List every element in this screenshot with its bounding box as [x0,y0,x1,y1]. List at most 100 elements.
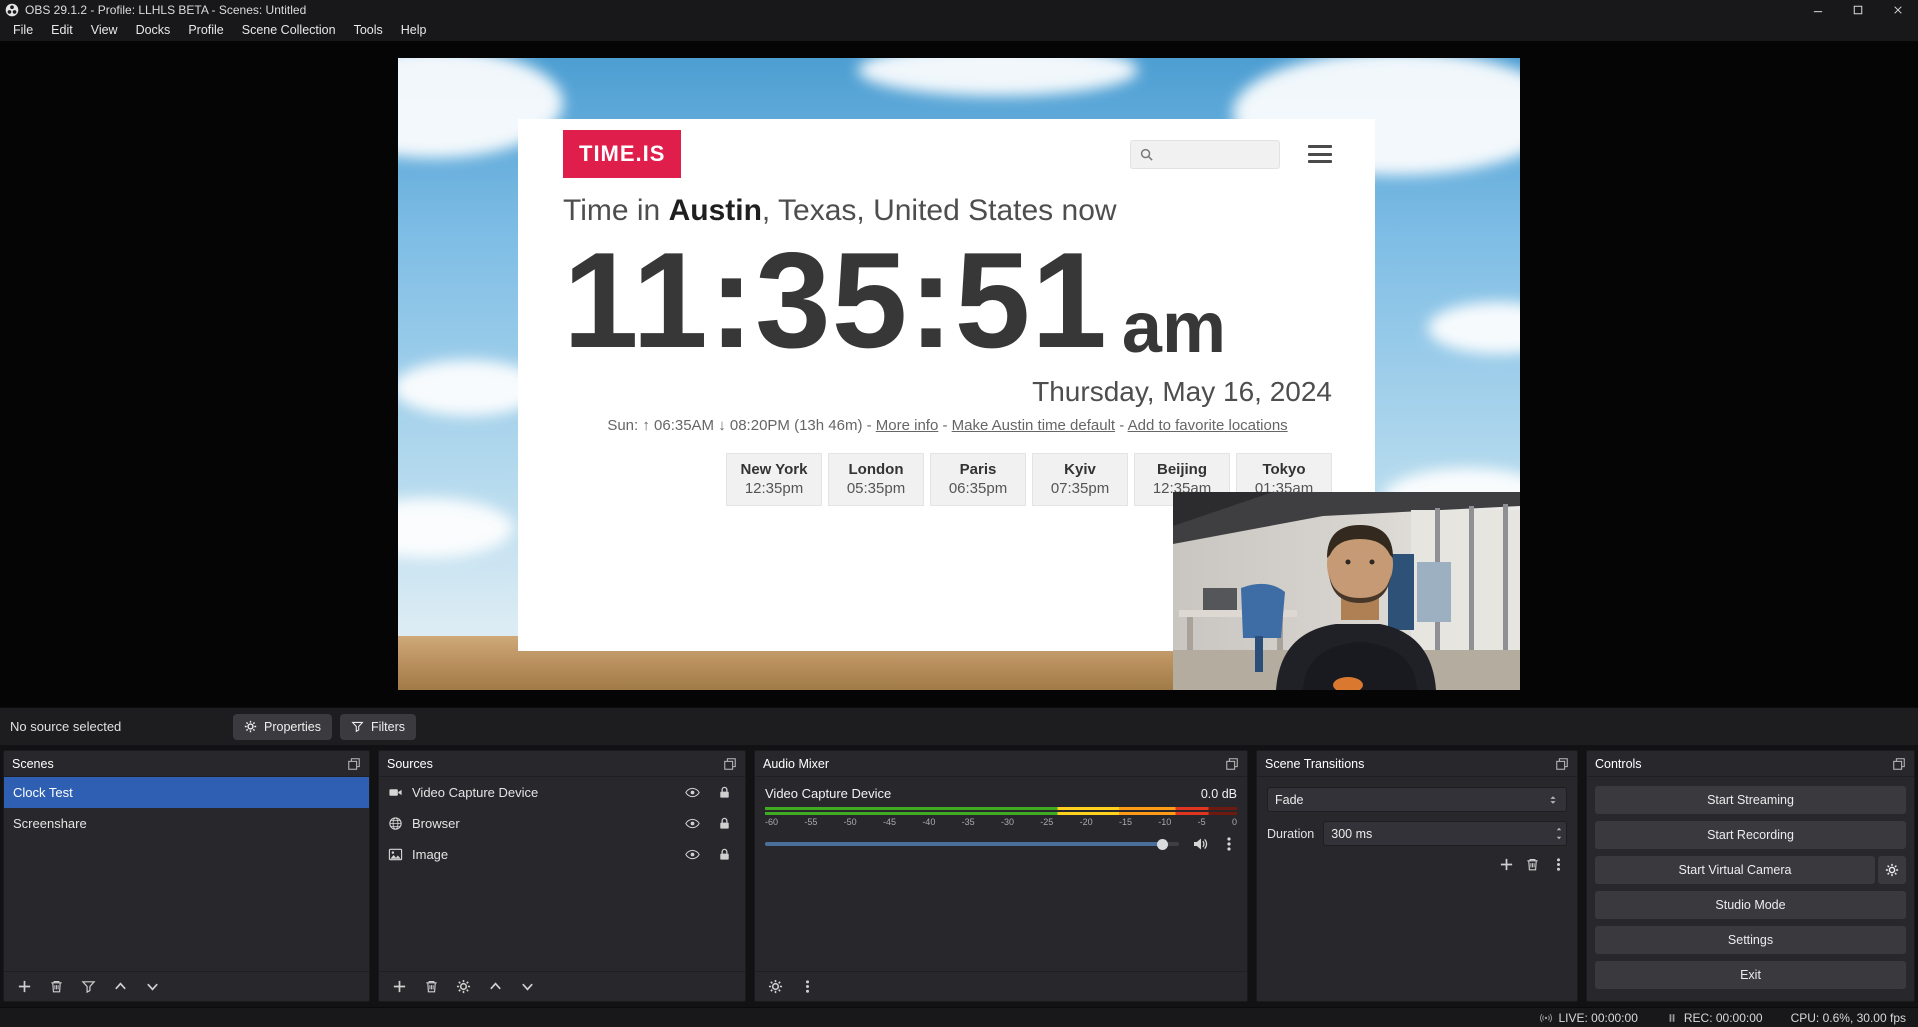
lock-icon[interactable] [717,816,732,831]
gear-icon [1885,863,1899,877]
trash-icon [1525,857,1540,872]
spin-up-icon[interactable] [1554,825,1564,833]
mixer-menu-button[interactable] [799,978,816,995]
popout-icon[interactable] [1555,757,1569,771]
source-item-browser[interactable]: Browser [379,808,745,839]
scene-item-screenshare[interactable]: Screenshare [4,808,369,839]
transition-select[interactable]: Fade [1267,787,1567,812]
filters-button[interactable]: Filters [340,714,416,740]
sun-info-line: Sun: ↑ 06:35AM ↓ 08:20PM (13h 46m) - Mor… [563,417,1332,434]
menu-docks[interactable]: Docks [127,20,180,41]
spinner-arrows-icon [1547,794,1559,806]
chevron-up-icon [488,979,503,994]
slider-handle[interactable] [1157,839,1168,850]
volume-slider[interactable] [765,837,1179,851]
transition-menu-button[interactable] [1550,856,1567,873]
popout-icon[interactable] [723,757,737,771]
plus-icon [392,979,407,994]
move-source-down-button[interactable] [519,978,536,995]
start-recording-button[interactable]: Start Recording [1595,821,1906,849]
lock-icon[interactable] [717,847,732,862]
filter-icon [351,720,364,733]
source-properties-button[interactable] [455,978,472,995]
menu-view[interactable]: View [82,20,127,41]
world-clock-london: London05:35pm [828,453,924,506]
chevron-up-icon [113,979,128,994]
world-clock-kyiv: Kyiv07:35pm [1032,453,1128,506]
city-name: Austin [669,194,762,227]
menu-bar: File Edit View Docks Profile Scene Colle… [0,20,1918,41]
trash-icon [49,979,64,994]
settings-button[interactable]: Settings [1595,926,1906,954]
timeis-heading: Time in Austin, Texas, United States now [563,194,1332,228]
source-item-image[interactable]: Image [379,839,745,870]
globe-icon [388,816,403,831]
kebab-menu-icon [1551,857,1566,872]
sources-panel: Sources Video Capture Device [378,750,746,1002]
obs-window: OBS 29.1.2 - Profile: LLHLS BETA - Scene… [0,0,1918,1027]
volume-meter [765,807,1237,815]
spin-down-icon[interactable] [1554,834,1564,842]
controls-panel: Controls Start Streaming Start Recording… [1586,750,1915,1002]
popout-icon[interactable] [1892,757,1906,771]
properties-button[interactable]: Properties [233,714,332,740]
plus-icon [1499,857,1514,872]
remove-source-button[interactable] [423,978,440,995]
duration-input[interactable]: 300 ms [1323,821,1567,846]
move-scene-down-button[interactable] [144,978,161,995]
source-toolbar: No source selected Properties Filters [0,707,1918,745]
add-transition-button[interactable] [1498,856,1515,873]
eye-icon[interactable] [685,816,700,831]
eye-icon[interactable] [685,785,700,800]
minimize-button[interactable] [1798,0,1838,20]
chevron-down-icon [520,979,535,994]
eye-icon[interactable] [685,847,700,862]
menu-help[interactable]: Help [392,20,436,41]
popout-icon[interactable] [1225,757,1239,771]
add-source-button[interactable] [391,978,408,995]
scene-item-clock-test[interactable]: Clock Test [4,777,369,808]
time-ampm: am [1122,292,1226,364]
source-item-video-capture[interactable]: Video Capture Device [379,777,745,808]
start-virtual-camera-button[interactable]: Start Virtual Camera [1595,856,1875,884]
scene-preview[interactable]: TIME.IS Time in Austin, Texas, United St… [398,58,1520,690]
current-time: 11:35:51 am [563,232,1332,368]
menu-profile[interactable]: Profile [179,20,232,41]
more-info-link: More info [876,417,939,434]
lock-icon[interactable] [717,785,732,800]
kebab-menu-icon[interactable] [1221,836,1237,852]
scene-filters-button[interactable] [80,978,97,995]
hamburger-menu-icon [1308,141,1332,168]
add-favorite-link: Add to favorite locations [1128,417,1288,434]
window-controls [1798,0,1918,20]
timeis-header: TIME.IS [563,127,1332,181]
popout-icon[interactable] [347,757,361,771]
menu-tools[interactable]: Tools [345,20,392,41]
duration-label: Duration [1267,827,1314,841]
search-icon [1139,147,1154,162]
filter-icon [81,979,96,994]
studio-mode-button[interactable]: Studio Mode [1595,891,1906,919]
menu-edit[interactable]: Edit [42,20,82,41]
menu-file[interactable]: File [4,20,42,41]
start-streaming-button[interactable]: Start Streaming [1595,786,1906,814]
speaker-icon[interactable] [1192,836,1208,852]
controls-panel-title: Controls [1595,757,1642,771]
move-scene-up-button[interactable] [112,978,129,995]
maximize-button[interactable] [1838,0,1878,20]
add-scene-button[interactable] [16,978,33,995]
exit-button[interactable]: Exit [1595,961,1906,989]
chevron-down-icon [145,979,160,994]
search-box [1130,140,1280,169]
close-button[interactable] [1878,0,1918,20]
plus-icon [17,979,32,994]
move-source-up-button[interactable] [487,978,504,995]
sources-panel-title: Sources [387,757,433,771]
remove-transition-button[interactable] [1524,856,1541,873]
remove-scene-button[interactable] [48,978,65,995]
virtual-camera-settings-button[interactable] [1878,856,1906,884]
advanced-audio-button[interactable] [767,978,784,995]
menu-scene-collection[interactable]: Scene Collection [233,20,345,41]
live-status: LIVE: 00:00:00 [1540,1011,1637,1025]
pause-icon [1666,1012,1678,1024]
